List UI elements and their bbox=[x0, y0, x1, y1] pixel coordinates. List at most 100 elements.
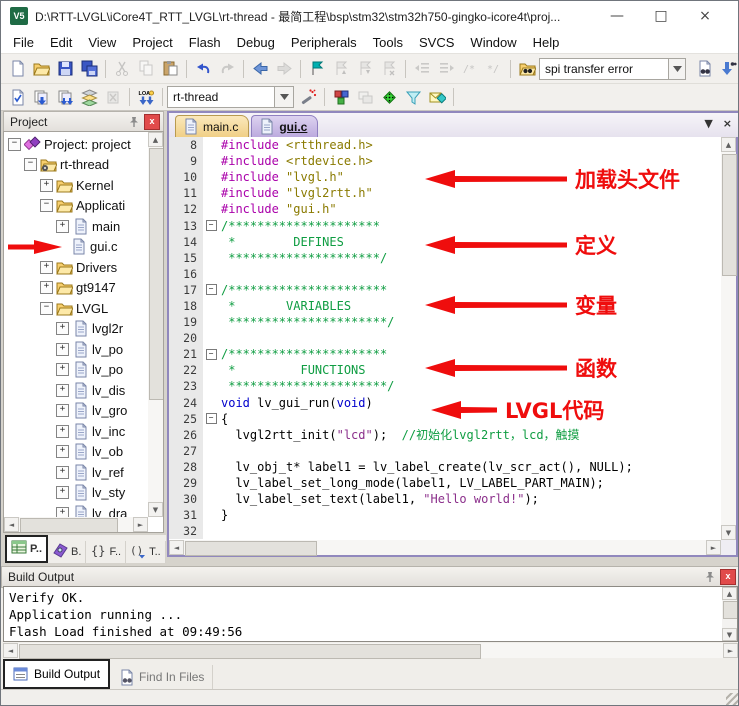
manage-multi-project-icon[interactable] bbox=[354, 86, 376, 108]
menu-help[interactable]: Help bbox=[525, 33, 568, 52]
code-line[interactable]: 30 lv_label_set_text(label1, "Hello worl… bbox=[169, 491, 721, 507]
bookmark-clear-all-icon[interactable] bbox=[378, 58, 400, 80]
code-line[interactable]: 20 bbox=[169, 330, 721, 346]
code-line[interactable]: 21−/********************** bbox=[169, 346, 721, 362]
collapse-icon[interactable]: − bbox=[8, 138, 21, 151]
fold-collapse-icon[interactable]: − bbox=[206, 220, 217, 231]
build-hscrollbar[interactable]: ◄ ► bbox=[3, 643, 738, 658]
editor-vscrollbar[interactable]: ▲ ▼ bbox=[721, 137, 736, 540]
load-flash-icon[interactable]: LOAD bbox=[135, 86, 157, 108]
nav-forward-icon[interactable] bbox=[273, 58, 295, 80]
tree-item-applicati[interactable]: −Applicati bbox=[4, 196, 148, 217]
file-list-dropdown-icon[interactable]: ▼ bbox=[704, 117, 712, 130]
tree-item-lvgl2r[interactable]: +lvgl2r bbox=[4, 319, 148, 340]
build-vscrollbar[interactable]: ▲ ▼ bbox=[722, 587, 737, 641]
menu-flash[interactable]: Flash bbox=[181, 33, 229, 52]
panel-tab-p[interactable]: P.. bbox=[5, 535, 48, 563]
panel-tab-b[interactable]: B. bbox=[48, 541, 86, 563]
collapse-icon[interactable]: − bbox=[40, 199, 53, 212]
code-line[interactable]: 31} bbox=[169, 507, 721, 523]
close-file-icon[interactable]: × bbox=[723, 117, 732, 130]
expand-icon[interactable]: + bbox=[40, 261, 53, 274]
code-line[interactable]: 12#include "gui.h" bbox=[169, 201, 721, 217]
code-line[interactable]: 24void lv_gui_run(void) bbox=[169, 395, 721, 411]
tree-item-project-project[interactable]: −Project: project bbox=[4, 134, 148, 155]
editor-vscroll-thumb[interactable] bbox=[722, 154, 737, 276]
open-folder-icon[interactable] bbox=[30, 58, 52, 80]
build-scroll-up-icon[interactable]: ▲ bbox=[722, 587, 737, 600]
editor-scroll-down-icon[interactable]: ▼ bbox=[721, 525, 736, 540]
editor-hscrollbar[interactable]: ◄ ► bbox=[169, 540, 721, 555]
configure-filter-icon[interactable] bbox=[402, 86, 424, 108]
menu-debug[interactable]: Debug bbox=[229, 33, 283, 52]
tree-vscrollbar[interactable]: ▲ ▼ bbox=[148, 132, 163, 517]
target-select-combo[interactable] bbox=[167, 86, 275, 108]
menu-svcs[interactable]: SVCS bbox=[411, 33, 462, 52]
code-line[interactable]: 19 **********************/ bbox=[169, 314, 721, 330]
code-line[interactable]: 27 bbox=[169, 443, 721, 459]
menu-file[interactable]: File bbox=[5, 33, 42, 52]
code-line[interactable]: 17−/********************** bbox=[169, 282, 721, 298]
paste-icon[interactable] bbox=[159, 58, 181, 80]
save-all-icon[interactable] bbox=[78, 58, 100, 80]
rebuild-icon[interactable] bbox=[54, 86, 76, 108]
code-line[interactable]: 11#include "lvgl2rtt.h" bbox=[169, 185, 721, 201]
bookmark-prev-icon[interactable] bbox=[330, 58, 352, 80]
build-vscroll-thumb[interactable] bbox=[723, 601, 738, 619]
expand-icon[interactable]: + bbox=[56, 486, 69, 499]
tree-item-lv-ref[interactable]: +lv_ref bbox=[4, 462, 148, 483]
uncomment-selection-icon[interactable]: */ bbox=[483, 58, 505, 80]
tree-hscroll-thumb[interactable] bbox=[20, 518, 118, 533]
build-scroll-right-icon[interactable]: ► bbox=[723, 643, 738, 658]
expand-icon[interactable]: + bbox=[56, 384, 69, 397]
code-line[interactable]: 10#include "lvgl.h" bbox=[169, 169, 721, 185]
manage-runtime-env-icon[interactable] bbox=[330, 86, 352, 108]
tree-item-rt-thread[interactable]: −rt-thread bbox=[4, 155, 148, 176]
tree-hscrollbar[interactable]: ◄ ► bbox=[4, 517, 148, 532]
menu-project[interactable]: Project bbox=[124, 33, 180, 52]
bookmark-toggle-icon[interactable] bbox=[306, 58, 328, 80]
close-button[interactable]: × bbox=[683, 2, 727, 31]
resize-grip[interactable] bbox=[726, 693, 738, 705]
build-icon[interactable] bbox=[30, 86, 52, 108]
panel-tab-t[interactable]: ()T.. bbox=[126, 541, 166, 563]
menu-view[interactable]: View bbox=[80, 33, 124, 52]
editor-tab-gui-c[interactable]: gui.c bbox=[251, 115, 318, 137]
editor-scroll-up-icon[interactable]: ▲ bbox=[721, 137, 736, 152]
code-line[interactable]: 16 bbox=[169, 266, 721, 282]
pin-icon[interactable] bbox=[127, 115, 141, 129]
editor-tab-main-c[interactable]: main.c bbox=[175, 115, 249, 137]
expand-icon[interactable]: + bbox=[56, 322, 69, 335]
code-line[interactable]: 18 * VARIABLES bbox=[169, 298, 721, 314]
batch-build-icon[interactable] bbox=[78, 86, 100, 108]
code-line[interactable]: 9#include <rtdevice.h> bbox=[169, 153, 721, 169]
fold-collapse-icon[interactable]: − bbox=[206, 349, 217, 360]
pin-icon[interactable] bbox=[703, 570, 717, 584]
collapse-icon[interactable]: − bbox=[24, 158, 37, 171]
bottom-tab-find-in-files[interactable]: Find In Files bbox=[110, 665, 213, 689]
expand-icon[interactable]: + bbox=[40, 179, 53, 192]
expand-icon[interactable]: + bbox=[56, 466, 69, 479]
maximize-button[interactable]: □ bbox=[639, 2, 683, 31]
code-line[interactable]: 23 **********************/ bbox=[169, 378, 721, 394]
tree-item-lv-dis[interactable]: +lv_dis bbox=[4, 380, 148, 401]
build-output-close-icon[interactable]: x bbox=[720, 569, 736, 585]
panel-tab-f[interactable]: {}F.. bbox=[86, 541, 126, 563]
tree-item-lv-po[interactable]: +lv_po bbox=[4, 360, 148, 381]
menu-tools[interactable]: Tools bbox=[365, 33, 411, 52]
pack-installer-icon[interactable] bbox=[426, 86, 448, 108]
code-line[interactable]: 15 *********************/ bbox=[169, 250, 721, 266]
code-line[interactable]: 22 * FUNCTIONS bbox=[169, 362, 721, 378]
find-in-target-icon[interactable] bbox=[516, 58, 538, 80]
code-line[interactable]: 13−/********************* bbox=[169, 217, 721, 233]
target-options-wand-icon[interactable] bbox=[297, 86, 319, 108]
bookmark-next-icon[interactable] bbox=[354, 58, 376, 80]
collapse-icon[interactable]: − bbox=[40, 302, 53, 315]
project-tree[interactable]: −Project: project−rt-thread+Kernel−Appli… bbox=[3, 131, 164, 533]
build-scroll-down-icon[interactable]: ▼ bbox=[722, 628, 737, 641]
indent-right-icon[interactable] bbox=[435, 58, 457, 80]
expand-icon[interactable]: + bbox=[56, 425, 69, 438]
find-combo-dropdown[interactable] bbox=[669, 58, 686, 80]
editor-hscroll-thumb[interactable] bbox=[185, 541, 317, 556]
code-line[interactable]: 8#include <rtthread.h> bbox=[169, 137, 721, 153]
